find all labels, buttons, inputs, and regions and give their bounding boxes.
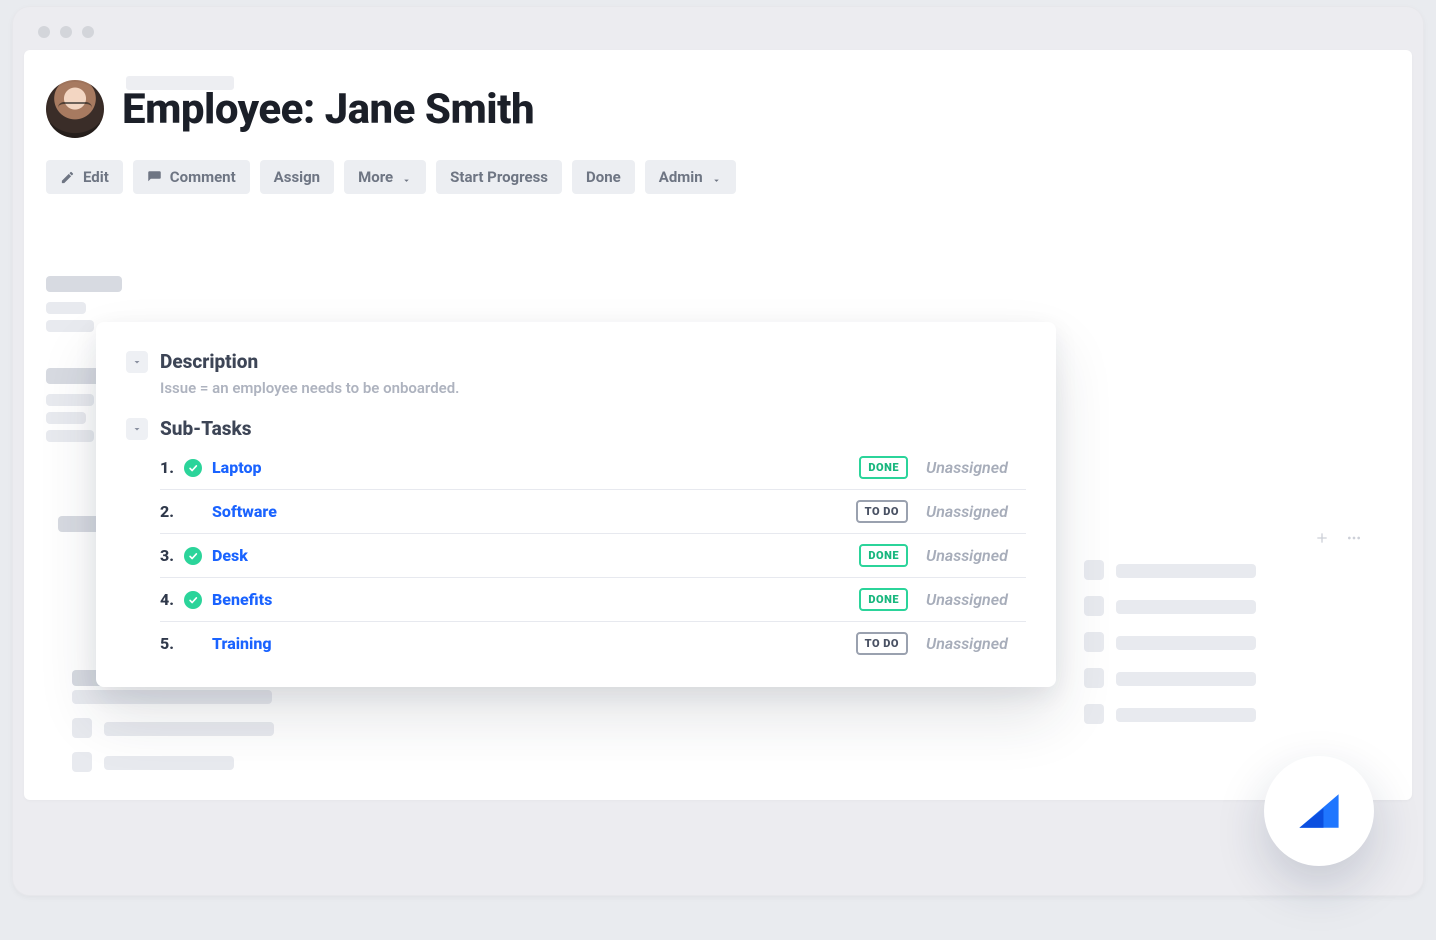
chevron-down-icon: [401, 172, 412, 183]
edit-button[interactable]: Edit: [46, 160, 123, 194]
send-icon: [1291, 783, 1347, 839]
subtask-row: 3. Desk DONE Unassigned: [160, 534, 1026, 578]
subtask-number: 3.: [160, 546, 184, 565]
status-badge: TO DO: [856, 632, 908, 655]
chevron-down-icon: [131, 356, 143, 368]
more-button[interactable]: More: [344, 160, 426, 194]
check-circle-icon: [184, 547, 202, 565]
skeleton: [1116, 600, 1256, 614]
window-dot-min[interactable]: [60, 26, 72, 38]
employee-avatar[interactable]: [46, 80, 104, 138]
skeleton: [1084, 596, 1104, 616]
chevron-down-icon: [131, 423, 143, 435]
skeleton: [1084, 632, 1104, 652]
window-controls: [38, 26, 94, 38]
skeleton: [72, 690, 272, 704]
subtask-actions: [1314, 530, 1364, 550]
skeleton: [46, 394, 94, 406]
subtask-assignee[interactable]: Unassigned: [926, 590, 1026, 609]
check-circle-icon: [184, 591, 202, 609]
skeleton: [72, 752, 92, 772]
description-text: Issue = an employee needs to be onboarde…: [126, 379, 1026, 397]
status-badge: DONE: [859, 544, 908, 567]
skeleton: [1116, 708, 1256, 722]
more-options-icon[interactable]: [1344, 530, 1364, 550]
skeleton: [1116, 672, 1256, 686]
comment-label: Comment: [170, 168, 236, 186]
skeleton: [72, 718, 92, 738]
chevron-down-icon: [711, 172, 722, 183]
subtask-assignee[interactable]: Unassigned: [926, 458, 1026, 477]
more-label: More: [358, 168, 393, 186]
skeleton: [104, 722, 274, 736]
assign-button[interactable]: Assign: [260, 160, 334, 194]
issue-toolbar: Edit Comment Assign More Start Progress: [24, 138, 1412, 194]
subtask-row: 2. Software TO DO Unassigned: [160, 490, 1026, 534]
skeleton: [104, 756, 234, 770]
done-button[interactable]: Done: [572, 160, 635, 194]
subtask-row: 4. Benefits DONE Unassigned: [160, 578, 1026, 622]
subtask-link[interactable]: Software: [212, 502, 277, 521]
subtask-assignee[interactable]: Unassigned: [926, 634, 1026, 653]
admin-button[interactable]: Admin: [645, 160, 736, 194]
start-progress-label: Start Progress: [450, 168, 548, 186]
skeleton: [1084, 668, 1104, 688]
subtask-link[interactable]: Laptop: [212, 458, 261, 477]
description-heading: Description: [160, 350, 258, 373]
subtask-link[interactable]: Benefits: [212, 590, 272, 609]
subtask-row: 5. Training TO DO Unassigned: [160, 622, 1026, 665]
subtask-number: 5.: [160, 634, 184, 653]
app-page: Employee: Jane Smith Edit Comment Assign: [24, 50, 1412, 800]
page-header: Employee: Jane Smith: [24, 50, 1412, 138]
breadcrumb-placeholder: [126, 76, 234, 90]
issue-detail-card: Description Issue = an employee needs to…: [96, 322, 1056, 687]
window-dot-close[interactable]: [38, 26, 50, 38]
skeleton: [46, 320, 94, 332]
edit-label: Edit: [83, 168, 109, 186]
app-launcher-fab[interactable]: [1264, 756, 1374, 866]
subtask-link[interactable]: Training: [212, 634, 272, 653]
comment-button[interactable]: Comment: [133, 160, 250, 194]
collapse-subtasks-button[interactable]: [126, 418, 148, 440]
skeleton: [46, 412, 86, 424]
page-title: Employee: Jane Smith: [122, 85, 534, 134]
subtask-row: 1. Laptop DONE Unassigned: [160, 446, 1026, 490]
done-label: Done: [586, 168, 621, 186]
window-dot-max[interactable]: [82, 26, 94, 38]
collapse-description-button[interactable]: [126, 351, 148, 373]
subtasks-heading: Sub-Tasks: [160, 417, 252, 440]
skeleton: [46, 430, 94, 442]
subtask-number: 2.: [160, 502, 184, 521]
skeleton: [1116, 564, 1256, 578]
skeleton: [46, 276, 122, 292]
subtask-assignee[interactable]: Unassigned: [926, 502, 1026, 521]
subtask-assignee[interactable]: Unassigned: [926, 546, 1026, 565]
status-badge: DONE: [859, 588, 908, 611]
start-progress-button[interactable]: Start Progress: [436, 160, 562, 194]
device-frame: Employee: Jane Smith Edit Comment Assign: [12, 6, 1424, 896]
comment-icon: [147, 170, 162, 185]
add-subtask-icon[interactable]: [1314, 530, 1330, 550]
skeleton: [46, 302, 86, 314]
status-badge: DONE: [859, 456, 908, 479]
subtask-number: 1.: [160, 458, 184, 477]
skeleton: [1084, 704, 1104, 724]
status-badge: TO DO: [856, 500, 908, 523]
admin-label: Admin: [659, 168, 703, 186]
pencil-icon: [60, 170, 75, 185]
assign-label: Assign: [274, 168, 320, 186]
skeleton: [1084, 560, 1104, 580]
subtask-number: 4.: [160, 590, 184, 609]
subtask-link[interactable]: Desk: [212, 546, 248, 565]
subtasks-list: 1. Laptop DONE Unassigned 2. Software TO DO Una…: [126, 446, 1026, 665]
skeleton: [1116, 636, 1256, 650]
check-circle-icon: [184, 459, 202, 477]
